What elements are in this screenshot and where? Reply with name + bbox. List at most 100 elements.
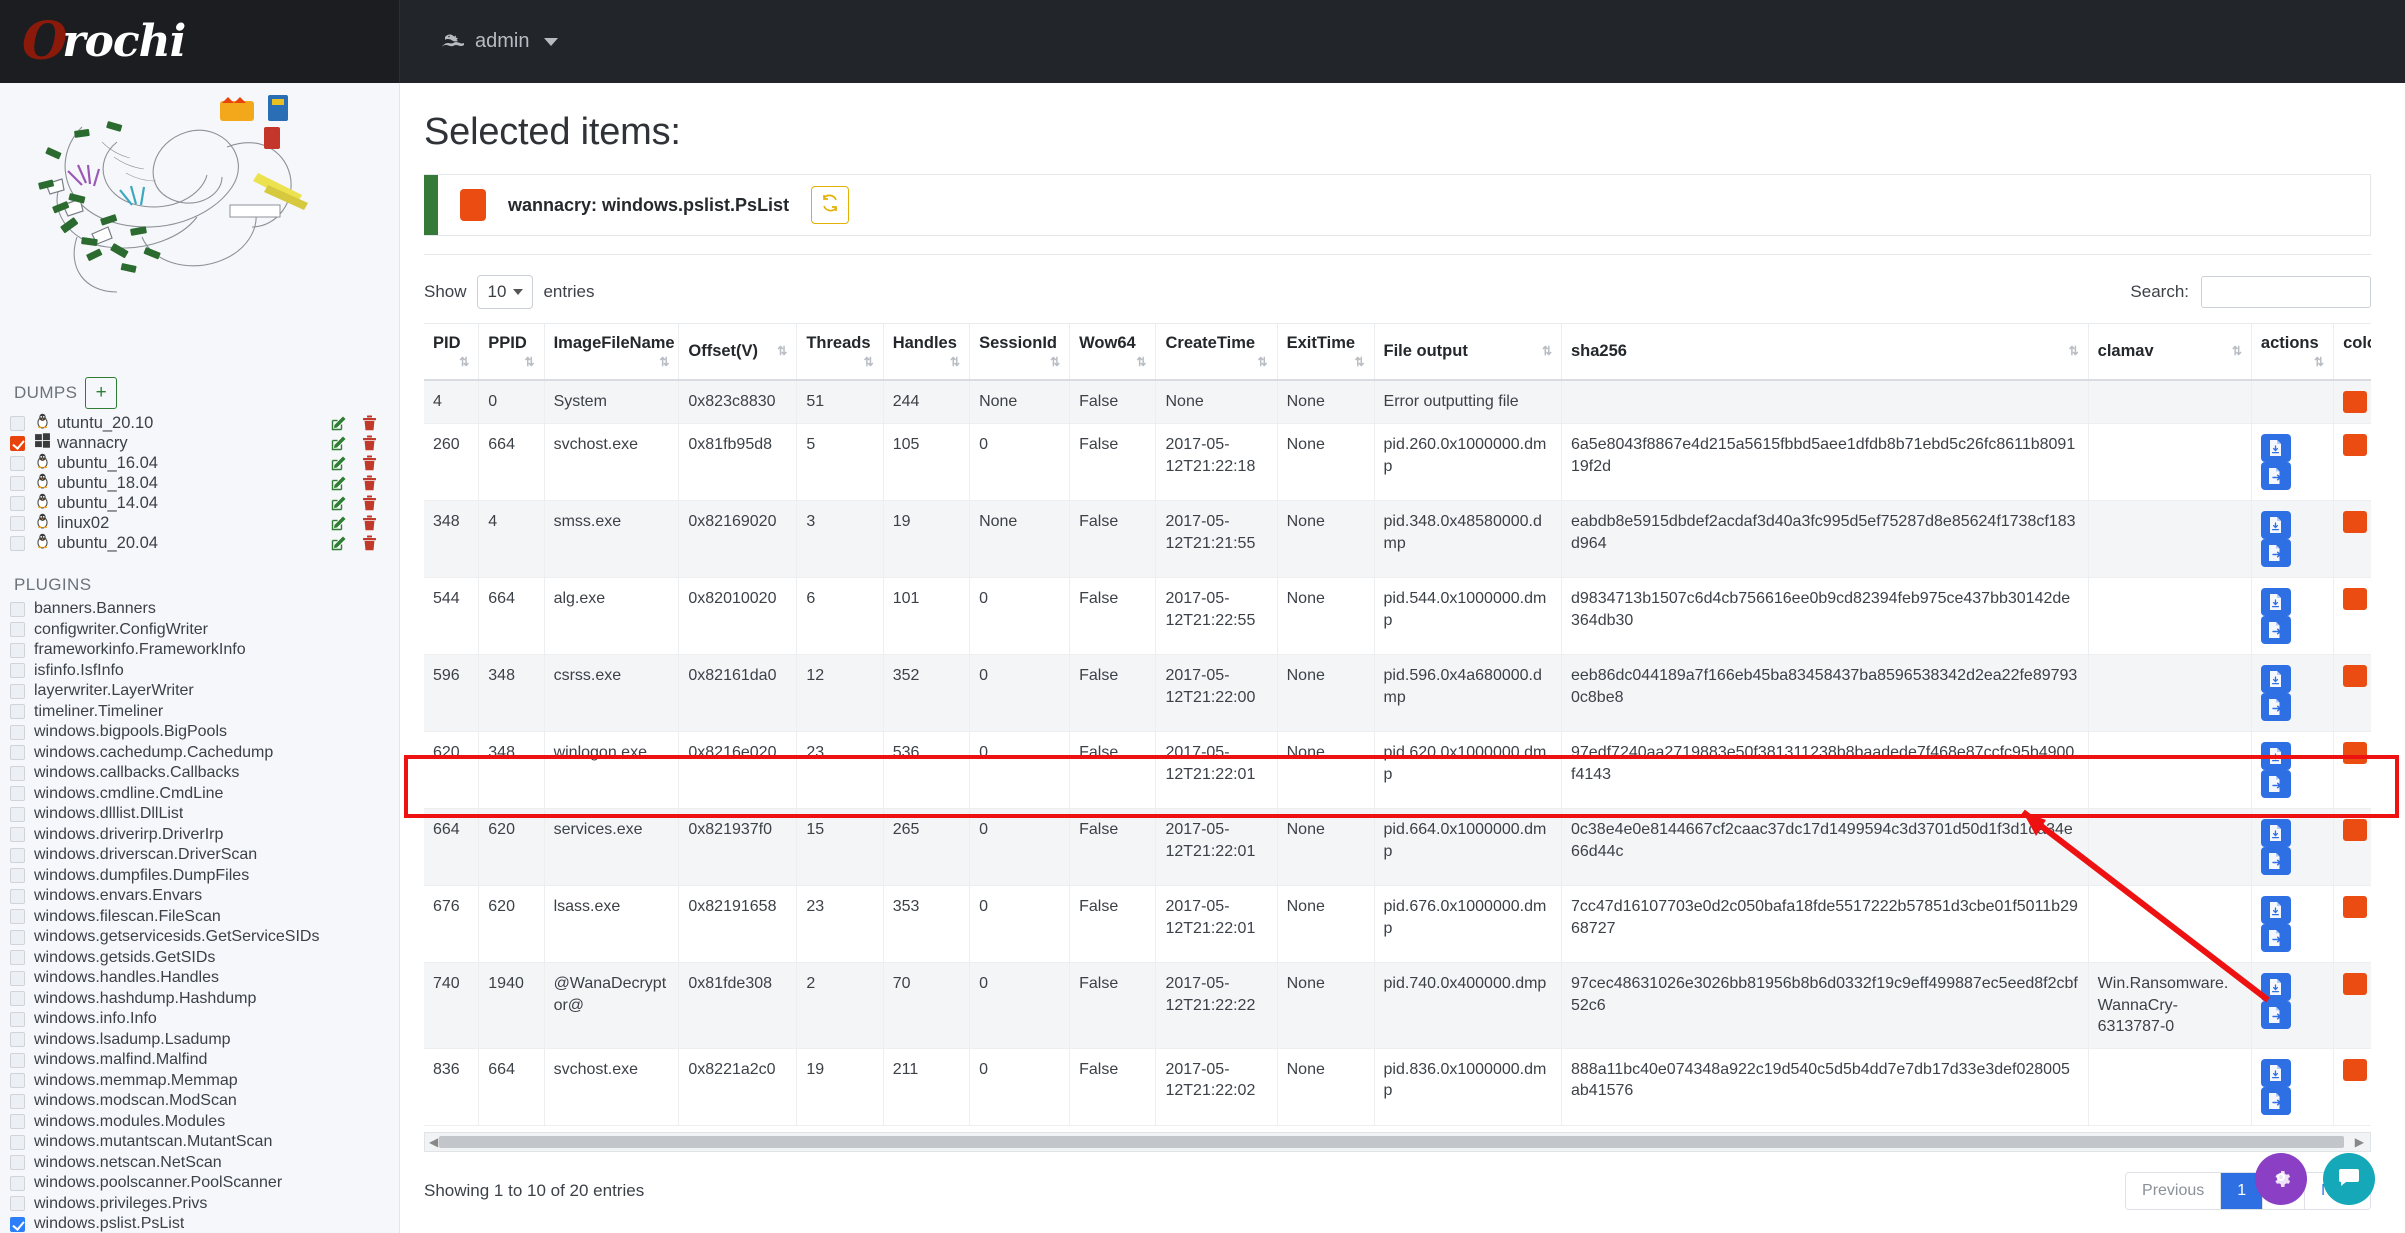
delete-icon[interactable] (362, 515, 377, 531)
table-row[interactable]: 4 0 System 0x823c8830 51 244 None False None None… (424, 380, 2371, 424)
file-download-icon[interactable] (2260, 665, 2291, 693)
plugin-item[interactable]: windows.driverirp.DriverIrp (0, 825, 399, 846)
color-swatch[interactable] (2343, 742, 2368, 764)
dump-item[interactable]: ubuntu_20.04 (0, 533, 399, 553)
plugin-item[interactable]: windows.hashdump.Hashdump (0, 989, 399, 1010)
plugin-checkbox[interactable] (10, 704, 25, 720)
column-header[interactable]: Offset(V) ⇅ (678, 323, 797, 381)
plugin-checkbox[interactable] (10, 929, 25, 945)
plugin-checkbox[interactable] (10, 847, 25, 863)
file-download-icon[interactable] (2260, 588, 2291, 616)
plugin-item[interactable]: windows.cmdline.CmdLine (0, 784, 399, 805)
plugin-checkbox[interactable] (10, 745, 25, 761)
plugin-checkbox[interactable] (10, 1175, 25, 1191)
plugin-checkbox[interactable] (10, 663, 25, 679)
dump-item[interactable]: utuntu_20.10 (0, 413, 399, 433)
color-swatch[interactable] (2343, 434, 2368, 456)
dump-checkbox[interactable] (10, 435, 25, 451)
scroll-right-icon[interactable]: ▶ (2355, 1135, 2364, 1149)
plugin-item[interactable]: isfinfo.IsfInfo (0, 661, 399, 682)
chat-fab[interactable] (2323, 1153, 2375, 1205)
file-export-icon[interactable] (2260, 616, 2291, 644)
plugin-item[interactable]: timeliner.Timeliner (0, 702, 399, 723)
brand-logo[interactable]: Orochi (0, 0, 400, 83)
plugin-item[interactable]: windows.driverscan.DriverScan (0, 845, 399, 866)
color-swatch[interactable] (2343, 1058, 2368, 1081)
file-export-icon[interactable] (2260, 462, 2291, 490)
plugin-item[interactable]: windows.bigpools.BigPools (0, 722, 399, 743)
plugin-item[interactable]: windows.getsids.GetSIDs (0, 948, 399, 969)
plugin-item[interactable]: windows.lsadump.Lsadump (0, 1030, 399, 1051)
column-header[interactable]: Wow64 ⇅ (1069, 323, 1156, 381)
delete-icon[interactable] (362, 495, 377, 511)
plugin-checkbox[interactable] (10, 786, 25, 802)
plugin-item[interactable]: windows.memmap.Memmap (0, 1071, 399, 1092)
color-swatch[interactable] (2343, 588, 2368, 610)
plugin-checkbox[interactable] (10, 888, 25, 904)
file-download-icon[interactable] (2260, 434, 2291, 462)
file-download-icon[interactable] (2260, 896, 2291, 924)
file-download-icon[interactable] (2260, 819, 2291, 847)
file-download-icon[interactable] (2260, 511, 2291, 539)
plugin-checkbox[interactable] (10, 1216, 25, 1232)
file-download-icon[interactable] (2260, 973, 2291, 1001)
file-export-icon[interactable] (2260, 539, 2291, 567)
file-export-icon[interactable] (2260, 924, 2291, 952)
plugin-checkbox[interactable] (10, 1114, 25, 1130)
file-export-icon[interactable] (2260, 1001, 2291, 1029)
table-row[interactable]: 348 4 smss.exe 0x82169020 3 19 None False 2017-0… (424, 500, 2371, 578)
plugin-checkbox[interactable] (10, 622, 25, 638)
plugin-item[interactable]: windows.poolscanner.PoolScanner (0, 1173, 399, 1194)
column-header[interactable]: SessionId ⇅ (969, 323, 1070, 381)
plugin-item[interactable]: windows.privileges.Privs (0, 1194, 399, 1215)
plugin-item[interactable]: windows.netscan.NetScan (0, 1153, 399, 1174)
table-row[interactable]: 664 620 services.exe 0x821937f0 15 265 0 False 2… (424, 808, 2371, 886)
plugin-checkbox[interactable] (10, 1155, 25, 1171)
dump-item[interactable]: linux02 (0, 513, 399, 533)
edit-icon[interactable] (331, 475, 347, 491)
plugin-checkbox[interactable] (10, 642, 25, 658)
plugin-checkbox[interactable] (10, 970, 25, 986)
add-dump-button[interactable]: + (85, 377, 118, 409)
dump-checkbox[interactable] (10, 475, 25, 491)
plugin-checkbox[interactable] (10, 991, 25, 1007)
column-header[interactable]: sha256 ⇅ (1561, 323, 2089, 381)
table-row[interactable]: 596 348 csrss.exe 0x82161da0 12 352 0 False 2017… (424, 654, 2371, 732)
delete-icon[interactable] (362, 475, 377, 491)
dump-checkbox[interactable] (10, 535, 25, 551)
settings-fab[interactable] (2255, 1153, 2307, 1205)
column-header[interactable]: Threads ⇅ (796, 323, 884, 381)
table-row[interactable]: 260 664 svchost.exe 0x81fb95d8 5 105 0 False 201… (424, 423, 2371, 501)
plugin-item[interactable]: frameworkinfo.FrameworkInfo (0, 640, 399, 661)
plugin-item[interactable]: windows.getservicesids.GetServiceSIDs (0, 927, 399, 948)
plugin-item[interactable]: configwriter.ConfigWriter (0, 620, 399, 641)
search-input[interactable] (2201, 276, 2371, 308)
dump-checkbox[interactable] (10, 415, 25, 431)
plugin-item[interactable]: windows.callbacks.Callbacks (0, 763, 399, 784)
column-header[interactable]: Handles ⇅ (882, 323, 970, 381)
plugin-checkbox[interactable] (10, 950, 25, 966)
plugin-checkbox[interactable] (10, 1073, 25, 1089)
color-swatch[interactable] (2343, 665, 2368, 687)
color-swatch[interactable] (2343, 819, 2368, 841)
entries-select[interactable]: 10 (476, 275, 534, 309)
plugin-item[interactable]: layerwriter.LayerWriter (0, 681, 399, 702)
dump-item[interactable]: ubuntu_16.04 (0, 453, 399, 473)
pagination-previous[interactable]: Previous (2126, 1172, 2222, 1209)
horizontal-scrollbar[interactable]: ◀ ▶ (424, 1131, 2371, 1152)
table-row[interactable]: 620 348 winlogon.exe 0x8216e020 23 536 0 False 2… (424, 731, 2371, 809)
plugin-checkbox[interactable] (10, 765, 25, 781)
plugin-checkbox[interactable] (10, 1052, 25, 1068)
column-header[interactable]: actions ⇅ (2250, 323, 2334, 381)
column-header[interactable]: File output ⇅ (1373, 323, 1562, 381)
delete-icon[interactable] (362, 435, 377, 451)
edit-icon[interactable] (331, 455, 347, 471)
plugin-checkbox[interactable] (10, 724, 25, 740)
plugin-checkbox[interactable] (10, 868, 25, 884)
plugin-item[interactable]: windows.dumpfiles.DumpFiles (0, 866, 399, 887)
file-export-icon[interactable] (2260, 1086, 2291, 1115)
column-header[interactable]: PID ⇅ (424, 323, 479, 381)
edit-icon[interactable] (331, 535, 347, 551)
delete-icon[interactable] (362, 415, 377, 431)
plugin-item[interactable]: banners.Banners (0, 599, 399, 620)
